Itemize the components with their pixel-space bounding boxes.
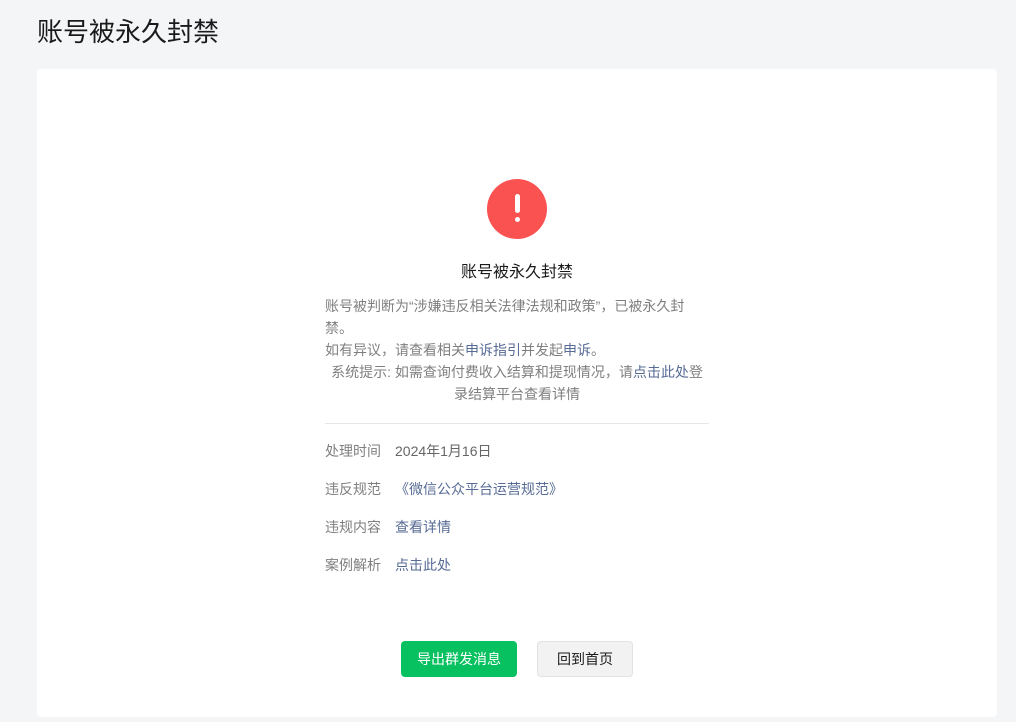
detail-label: 处理时间 [325, 443, 381, 459]
status-description-block: 账号被判断为“涉嫌违反相关法律法规和政策”，已被永久封禁。 如有异议，请查看相关… [325, 295, 709, 405]
case-analysis-link[interactable]: 点击此处 [395, 554, 451, 576]
detail-label: 违反规范 [325, 481, 381, 497]
system-tip-prefix: 系统提示: 如需查询付费收入结算和提现情况，请 [331, 364, 633, 380]
divider [325, 423, 709, 424]
detail-row-case-analysis: 案例解析 点击此处 [325, 554, 709, 576]
page-title: 账号被永久封禁 [37, 17, 220, 47]
appeal-text-middle: 并发起 [521, 342, 563, 358]
ban-notice-card: 账号被永久封禁 账号被判断为“涉嫌违反相关法律法规和政策”，已被永久封禁。 如有… [37, 69, 997, 717]
detail-label: 违规内容 [325, 519, 381, 535]
export-mass-messages-button[interactable]: 导出群发消息 [401, 641, 517, 677]
ban-reason-text: 账号被判断为“涉嫌违反相关法律法规和政策”，已被永久封禁。 [325, 298, 685, 336]
action-bar: 导出群发消息 回到首页 [37, 641, 997, 677]
back-to-home-button[interactable]: 回到首页 [537, 641, 633, 677]
detail-row-process-time: 处理时间 2024年1月16日 [325, 440, 709, 462]
detail-label: 案例解析 [325, 557, 381, 573]
settlement-platform-link[interactable]: 点击此处 [633, 364, 689, 380]
system-tip: 系统提示: 如需查询付费收入结算和提现情况，请点击此处登录结算平台查看详情 [325, 361, 709, 405]
status-heading: 账号被永久封禁 [460, 264, 573, 281]
warning-exclamation-icon [487, 179, 547, 239]
appeal-text: 如有异议，请查看相关申诉指引并发起申诉。 [325, 339, 709, 361]
detail-value-date: 2024年1月16日 [395, 443, 492, 459]
exclamation-bar [514, 194, 520, 213]
detail-row-violation-content: 违规内容 查看详情 [325, 516, 709, 538]
ban-notice-content: 账号被永久封禁 账号被判断为“涉嫌违反相关法律法规和政策”，已被永久封禁。 如有… [325, 69, 709, 576]
appeal-guide-link[interactable]: 申诉指引 [465, 342, 521, 358]
appeal-text-prefix: 如有异议，请查看相关 [325, 342, 465, 358]
detail-row-violated-rule: 违反规范 《微信公众平台运营规范》 [325, 478, 709, 500]
appeal-link[interactable]: 申诉 [563, 342, 591, 358]
appeal-text-suffix: 。 [591, 342, 605, 358]
exclamation-dot [514, 217, 520, 222]
operation-rules-link[interactable]: 《微信公众平台运营规范》 [395, 478, 563, 500]
view-details-link[interactable]: 查看详情 [395, 516, 451, 538]
